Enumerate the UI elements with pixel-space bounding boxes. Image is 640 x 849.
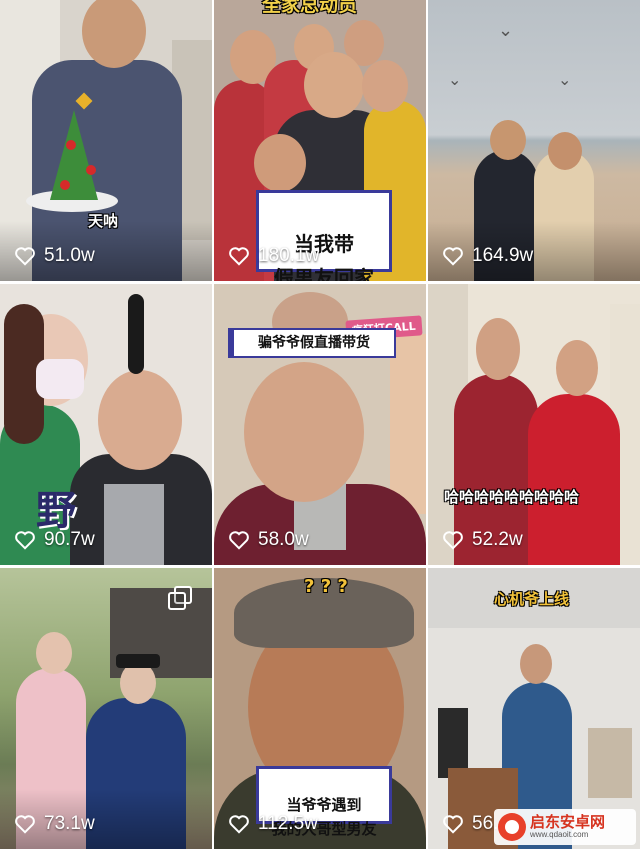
like-count: 52.2w bbox=[442, 529, 523, 551]
like-count: 180.1w bbox=[228, 245, 319, 267]
watermark-icon bbox=[498, 813, 526, 841]
thumbnail-9 bbox=[428, 568, 640, 849]
tile-caption-box: 骗爷爷假直播带货 bbox=[228, 328, 396, 358]
like-count: 164.9w bbox=[442, 245, 533, 267]
thumbnail-6 bbox=[428, 284, 640, 565]
like-count-text: 90.7w bbox=[44, 529, 95, 550]
video-tile-8[interactable]: ? ? ? 当爷爷遇到 我的大哥型男友 112.5w bbox=[214, 568, 426, 849]
like-count-text: 164.9w bbox=[472, 245, 534, 266]
like-count: 112.5w bbox=[228, 813, 318, 835]
tile-caption: 哈哈哈哈哈哈哈哈哈 bbox=[444, 488, 580, 506]
heart-icon bbox=[443, 815, 463, 834]
video-tile-4[interactable]: 野 90.7w bbox=[0, 284, 212, 565]
video-tile-7[interactable]: 73.1w bbox=[0, 568, 212, 849]
thumbnail-4 bbox=[0, 284, 212, 565]
watermark-text: 启东安卓网 bbox=[530, 813, 606, 832]
heart-icon bbox=[229, 531, 249, 550]
heart-icon bbox=[15, 531, 35, 550]
heart-icon bbox=[443, 531, 463, 550]
video-tile-9[interactable]: 心机爷上线 56. 启东安卓网 www.qdaoit.com bbox=[428, 568, 640, 849]
like-count-text: 180.1w bbox=[258, 245, 320, 266]
like-count-text: 51.0w bbox=[44, 245, 95, 266]
tile-top-caption: 心机爷上线 bbox=[494, 590, 570, 608]
heart-icon bbox=[15, 815, 35, 834]
like-count: 73.1w bbox=[14, 813, 95, 835]
watermark-logo: 启东安卓网 www.qdaoit.com bbox=[494, 809, 636, 845]
seagull-icon: ⌄ bbox=[498, 20, 514, 41]
like-count-text: 58.0w bbox=[258, 529, 309, 550]
tile-top-caption: ? ? ? bbox=[304, 576, 348, 597]
video-tile-5[interactable]: 疯狂打CALL 骗爷爷假直播带货 58.0w bbox=[214, 284, 426, 565]
video-tile-1[interactable]: 天呐 51.0w bbox=[0, 0, 212, 281]
video-tile-2[interactable]: 全家总动员 当我带 假男友回家 180.1w bbox=[214, 0, 426, 281]
video-grid: 天呐 51.0w 全家总动员 当我带 假男友回家 180.1w bbox=[0, 0, 640, 849]
video-tile-6[interactable]: 哈哈哈哈哈哈哈哈哈 52.2w bbox=[428, 284, 640, 565]
heart-icon bbox=[443, 247, 463, 266]
video-tile-3[interactable]: ⌄ ⌄ ⌄ 164.9w bbox=[428, 0, 640, 281]
like-count-text: 73.1w bbox=[44, 813, 95, 834]
watermark-url: www.qdaoit.com bbox=[530, 829, 589, 839]
like-count: 51.0w bbox=[14, 245, 95, 267]
heart-icon bbox=[229, 815, 249, 834]
like-count: 56. bbox=[442, 813, 498, 835]
tile-top-caption: 全家总动员 bbox=[262, 0, 358, 16]
like-count: 58.0w bbox=[228, 529, 309, 551]
like-count-text: 112.5w bbox=[258, 813, 318, 834]
tile-caption-art: 野 bbox=[36, 488, 76, 534]
like-count: 90.7w bbox=[14, 529, 95, 551]
multi-image-icon bbox=[168, 586, 192, 610]
heart-icon bbox=[229, 247, 249, 266]
heart-icon bbox=[15, 247, 35, 266]
like-count-text: 52.2w bbox=[472, 529, 523, 550]
